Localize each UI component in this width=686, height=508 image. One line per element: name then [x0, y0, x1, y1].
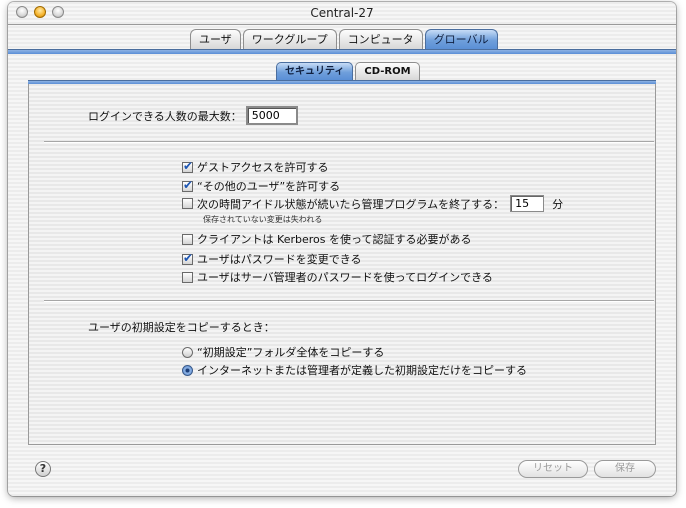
tab-users[interactable]: ユーザ: [190, 29, 241, 49]
window: Central-27 ユーザ ワークグループ コンピュータ グローバル セキュリ…: [8, 2, 676, 496]
change-password-label: ユーザはパスワードを変更できる: [197, 253, 362, 266]
other-users-label: “その他のユーザ”を許可する: [197, 180, 341, 193]
max-login-field[interactable]: [245, 106, 298, 125]
tab-security[interactable]: セキュリティ: [276, 62, 354, 80]
kerberos-checkbox[interactable]: [182, 233, 193, 245]
option-admin-password-login[interactable]: ユーザはサーバ管理者のパスワードを使ってログインできる: [182, 269, 493, 285]
option-change-password[interactable]: ユーザはパスワードを変更できる: [182, 251, 362, 267]
tab-workgroups[interactable]: ワークグループ: [242, 29, 337, 49]
admin-password-login-checkbox[interactable]: [182, 271, 193, 283]
max-login-row: ログインできる人数の最大数：: [88, 106, 298, 125]
window-title: Central-27: [310, 6, 374, 20]
copy-prefs-label: ユーザの初期設定をコピーするとき：: [88, 321, 275, 334]
max-login-label: ログインできる人数の最大数：: [88, 109, 242, 123]
guest-access-checkbox[interactable]: [182, 159, 193, 173]
copy-prefs-heading: ユーザの初期設定をコピーするとき：: [88, 319, 275, 335]
save-button[interactable]: 保存: [594, 460, 656, 478]
idle-minutes-unit: 分: [552, 197, 564, 211]
copy-prefs-choice-folder[interactable]: “初期設定”フォルダ全体をコピーする: [182, 344, 384, 360]
guest-access-label: ゲストアクセスを許可する: [197, 161, 329, 174]
copy-folder-radio[interactable]: [182, 346, 193, 358]
help-button[interactable]: ?: [35, 461, 51, 477]
copy-prefs-choice-defined[interactable]: インターネットまたは管理者が定義した初期設定だけをコピーする: [182, 362, 527, 378]
title-bar: Central-27: [8, 2, 676, 25]
tab-cd-rom[interactable]: CD-ROM: [355, 62, 420, 80]
change-password-checkbox[interactable]: [182, 251, 193, 265]
sub-tabs: セキュリティ CD-ROM: [276, 62, 420, 80]
idle-quit-note: 保存されていない変更は失われる: [203, 215, 323, 224]
reset-button[interactable]: リセット: [518, 460, 588, 478]
tab-computers[interactable]: コンピュータ: [338, 29, 423, 49]
separator-1: [44, 141, 654, 142]
copy-defined-label: インターネットまたは管理者が定義した初期設定だけをコピーする: [197, 364, 527, 377]
option-idle-quit[interactable]: 次の時間アイドル状態が続いたら管理プログラムを終了する： 分: [182, 195, 563, 212]
admin-password-login-label: ユーザはサーバ管理者のパスワードを使ってログインできる: [197, 271, 493, 284]
tab-bar-divider: [8, 49, 676, 54]
copy-defined-radio[interactable]: [182, 364, 193, 376]
idle-quit-checkbox[interactable]: [182, 198, 193, 209]
kerberos-label: クライアントは Kerberos を使って認証する必要がある: [197, 233, 472, 246]
option-guest-access[interactable]: ゲストアクセスを許可する: [182, 159, 328, 175]
separator-2: [44, 300, 654, 301]
idle-quit-label: 次の時間アイドル状態が続いたら管理プログラムを終了する：: [197, 197, 505, 211]
copy-folder-label: “初期設定”フォルダ全体をコピーする: [197, 346, 385, 359]
main-tabs: ユーザ ワークグループ コンピュータ グローバル: [190, 29, 498, 49]
idle-minutes-field[interactable]: [510, 195, 545, 212]
option-kerberos[interactable]: クライアントは Kerberos を使って認証する必要がある: [182, 231, 471, 247]
tab-global[interactable]: グローバル: [424, 29, 498, 49]
option-other-users[interactable]: “その他のユーザ”を許可する: [182, 178, 340, 194]
other-users-checkbox[interactable]: [182, 178, 193, 192]
